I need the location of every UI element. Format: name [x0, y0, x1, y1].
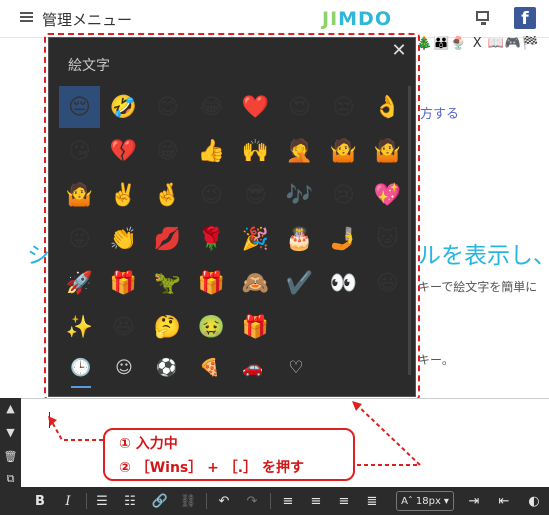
move-up-icon[interactable]: ▲	[0, 400, 21, 418]
move-down-icon[interactable]: ▼	[0, 424, 21, 442]
align-left-icon[interactable]: ≡	[278, 491, 298, 511]
redo-icon[interactable]: ↷	[242, 491, 262, 511]
facebook-icon[interactable]: f	[514, 7, 536, 29]
font-size-icon: Aˆ	[401, 495, 413, 507]
outdent-icon[interactable]: ⇤	[494, 491, 514, 511]
align-justify-icon[interactable]: ≣	[362, 491, 382, 511]
separator	[86, 493, 87, 509]
eraser-icon[interactable]: ◐	[524, 491, 544, 511]
font-size-value: 18px	[415, 495, 441, 507]
duplicate-icon[interactable]: ⧉	[0, 470, 21, 488]
italic-button[interactable]: I	[58, 491, 78, 511]
logo-part2: MDO	[338, 8, 392, 30]
font-size-select[interactable]: Aˆ 18px ▾	[396, 491, 454, 511]
callout-line-2: ② ［Wins］ + ［.］ を押す	[119, 460, 304, 476]
callout-line-1: ① 入力中	[119, 436, 178, 452]
link-icon[interactable]: 🔗	[150, 491, 170, 511]
admin-menu-label[interactable]: 管理メニュー	[42, 9, 132, 30]
editor-toolbar: B I ☰ ☷ 🔗 ⛓ ↶ ↷ ≡ ≡ ≡ ≣ Aˆ 18px ▾ ⇥ ⇤ ◐	[0, 487, 549, 515]
bullet-list-icon[interactable]: ☷	[120, 491, 140, 511]
annotation-callout: ① 入力中 ② ［Wins］ + ［.］ を押す	[103, 428, 355, 481]
hamburger-icon[interactable]	[20, 12, 33, 22]
link-fragment[interactable]: 方する	[420, 103, 459, 122]
heading-right: ルを表示し、	[418, 243, 549, 269]
separator	[270, 493, 271, 509]
align-right-icon[interactable]: ≡	[334, 491, 354, 511]
separator	[206, 493, 207, 509]
text-caret	[49, 412, 50, 428]
emoji-strip: 🎄👪🍨 X 📖🎮🏁	[416, 36, 540, 51]
trash-icon[interactable]: 🗑	[0, 448, 21, 466]
bold-button[interactable]: B	[30, 491, 50, 511]
unlink-icon[interactable]: ⛓	[178, 491, 198, 511]
undo-icon[interactable]: ↶	[214, 491, 234, 511]
chevron-down-icon: ▾	[443, 495, 449, 507]
editor-sidebar: ▲ ▼ 🗑 ⧉	[0, 398, 21, 488]
align-center-icon[interactable]: ≡	[306, 491, 326, 511]
jimdo-logo: JIMDO	[322, 8, 392, 30]
indent-icon[interactable]: ⇥	[464, 491, 484, 511]
panel-annotation-outline	[44, 33, 420, 400]
monitor-icon[interactable]	[476, 11, 489, 25]
logo-part1: JI	[322, 8, 339, 30]
body-fragment: キーで絵文字を簡単に	[418, 280, 538, 294]
numbered-list-icon[interactable]: ☰	[92, 491, 112, 511]
body-fragment-2: キー。	[418, 353, 454, 367]
